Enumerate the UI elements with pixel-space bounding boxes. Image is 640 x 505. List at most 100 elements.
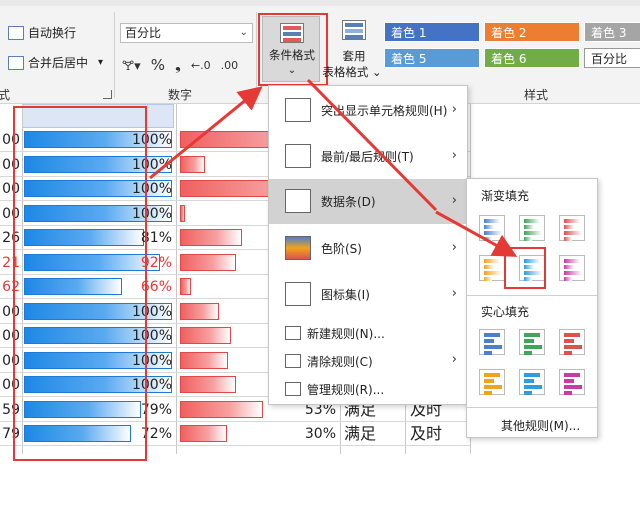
merge-center-button[interactable]: 合并后居中 ▾ xyxy=(8,54,103,71)
new-rule-icon xyxy=(285,326,301,340)
ribbon-top-strip xyxy=(0,0,640,6)
chevron-down-icon: ⌄ xyxy=(239,27,248,38)
more-rules-link[interactable]: 其他规则(M)... xyxy=(501,417,580,434)
clear-rules-icon xyxy=(285,354,301,368)
data-bar xyxy=(180,302,219,320)
format-as-table-button[interactable]: 套用 表格格式 ⌄ xyxy=(322,16,382,82)
number-buttons: 🝖▾ % ❟ ←.0 .00 xyxy=(122,52,238,78)
data-bar xyxy=(180,229,242,246)
chevron-down-icon[interactable]: ▾ xyxy=(98,57,103,68)
menu-item-manage-rules[interactable]: 管理规则(R)... xyxy=(269,378,467,400)
manage-rules-icon xyxy=(285,382,301,396)
top-bottom-rules-icon xyxy=(285,144,311,168)
group-divider xyxy=(114,12,115,98)
menu-item-clear-rules[interactable]: 清除规则(C) › xyxy=(269,350,467,372)
style-accent-1[interactable]: 着色 1 xyxy=(384,22,480,42)
solid-data-bar-swatch-icon[interactable] xyxy=(519,329,545,355)
wrap-text-label: 自动换行 xyxy=(28,26,77,40)
increase-decimal-icon[interactable]: ←.0 xyxy=(191,59,211,72)
data-bar-cell[interactable]: 30% xyxy=(178,422,338,445)
merge-center-label: 合并后居中 xyxy=(28,56,89,70)
alignment-launcher-icon[interactable] xyxy=(103,90,112,99)
icon-sets-icon xyxy=(285,282,311,306)
data-bar xyxy=(180,155,205,173)
data-bar xyxy=(180,425,227,442)
submenu-divider xyxy=(467,295,597,296)
excel-window: 自动换行 合并后居中 ▾ 式 百分比 ⌄ 🝖▾ % ❟ ←.0 .00 数字 条… xyxy=(0,0,640,505)
menu-item-label: 新建规则(N)... xyxy=(307,327,385,341)
solid-data-bar-swatch-icon[interactable] xyxy=(479,369,505,395)
data-bars-icon xyxy=(285,189,311,213)
menu-item-label: 色阶(S) xyxy=(321,242,362,256)
number-format-value: 百分比 xyxy=(125,26,162,40)
style-accent-3[interactable]: 着色 3 xyxy=(584,22,640,42)
wrap-text-icon xyxy=(8,25,24,40)
solid-data-bar-swatch-icon[interactable] xyxy=(559,369,585,395)
menu-item-label: 管理规则(R)... xyxy=(307,383,385,397)
data-bar xyxy=(180,204,185,222)
solid-data-bar-swatch-icon[interactable] xyxy=(519,369,545,395)
solid-data-bar-swatch-icon[interactable] xyxy=(479,329,505,355)
merge-center-icon xyxy=(8,55,24,70)
data-bars-submenu: 渐变填充 实心填充 其他规则(M)... xyxy=(466,178,598,438)
chevron-right-icon: › xyxy=(451,148,457,163)
gradient-data-bar-swatch-icon[interactable] xyxy=(559,215,585,241)
alignment-group-label: 式 xyxy=(0,88,11,102)
styles-group-label: 样式 xyxy=(524,88,549,102)
chevron-right-icon: › xyxy=(451,102,457,117)
menu-item-highlight-cells[interactable]: 突出显示单元格规则(H) › xyxy=(269,90,467,130)
menu-item-label: 突出显示单元格规则(H) xyxy=(321,104,448,118)
chevron-right-icon: › xyxy=(451,240,457,255)
menu-item-icon-sets[interactable]: 图标集(I) › xyxy=(269,274,467,314)
solid-data-bar-swatch-icon[interactable] xyxy=(559,329,585,355)
chevron-right-icon: › xyxy=(451,352,457,367)
comma-style-button[interactable]: ❟ xyxy=(175,56,181,74)
solid-fill-header: 实心填充 xyxy=(481,305,530,319)
menu-item-color-scales[interactable]: 色阶(S) › xyxy=(269,228,467,268)
data-bar xyxy=(180,278,191,295)
style-accent-2[interactable]: 着色 2 xyxy=(484,22,580,42)
data-bar xyxy=(180,376,236,393)
number-group-label: 数字 xyxy=(168,88,193,102)
cell-e[interactable]: 及时 xyxy=(406,422,470,446)
data-bar xyxy=(180,351,228,369)
number-format-dropdown[interactable]: 百分比 ⌄ xyxy=(120,23,253,43)
menu-item-top-bottom[interactable]: 最前/最后规则(T) › xyxy=(269,136,467,176)
style-percent[interactable]: 百分比 xyxy=(584,48,640,68)
style-accent-6[interactable]: 着色 6 xyxy=(484,48,580,68)
table-format-icon xyxy=(342,20,366,40)
data-bar xyxy=(180,327,231,344)
group-divider xyxy=(256,12,257,98)
number-launcher-icon[interactable] xyxy=(244,90,253,99)
accounting-format-icon[interactable]: 🝖▾ xyxy=(122,52,141,78)
menu-item-label: 最前/最后规则(T) xyxy=(321,150,414,164)
table-format-label-1: 套用 xyxy=(342,49,366,63)
data-bar xyxy=(180,400,263,418)
submenu-divider xyxy=(467,407,597,408)
annotation-highlight-box xyxy=(504,247,546,289)
percent-style-button[interactable]: % xyxy=(151,56,165,74)
cell-d[interactable]: 满足 xyxy=(340,422,404,446)
annotation-highlight-box xyxy=(13,106,147,461)
cell-value: 30% xyxy=(304,426,336,442)
menu-item-new-rule[interactable]: 新建规则(N)... xyxy=(269,322,467,344)
menu-item-label: 图标集(I) xyxy=(321,288,370,302)
conditional-format-menu: 突出显示单元格规则(H) › 最前/最后规则(T) › 数据条(D) › 色阶(… xyxy=(268,85,468,405)
menu-item-data-bars[interactable]: 数据条(D) › xyxy=(269,179,467,224)
chevron-right-icon: › xyxy=(451,286,457,301)
gradient-data-bar-swatch-icon[interactable] xyxy=(519,215,545,241)
gradient-data-bar-swatch-icon[interactable] xyxy=(479,255,505,281)
annotation-highlight-box xyxy=(258,13,328,86)
wrap-text-button[interactable]: 自动换行 xyxy=(8,24,76,41)
data-bar xyxy=(180,253,236,271)
color-scales-icon xyxy=(285,236,311,260)
gradient-fill-header: 渐变填充 xyxy=(481,189,530,203)
table-format-label-2: 表格格式 ⌄ xyxy=(322,65,382,79)
style-accent-5[interactable]: 着色 5 xyxy=(384,48,480,68)
highlight-cells-rules-icon xyxy=(285,98,311,122)
gradient-data-bar-swatch-icon[interactable] xyxy=(559,255,585,281)
menu-item-label: 清除规则(C) xyxy=(307,355,373,369)
decrease-decimal-icon[interactable]: .00 xyxy=(221,59,239,72)
chevron-right-icon: › xyxy=(451,193,457,208)
gradient-data-bar-swatch-icon[interactable] xyxy=(479,215,505,241)
